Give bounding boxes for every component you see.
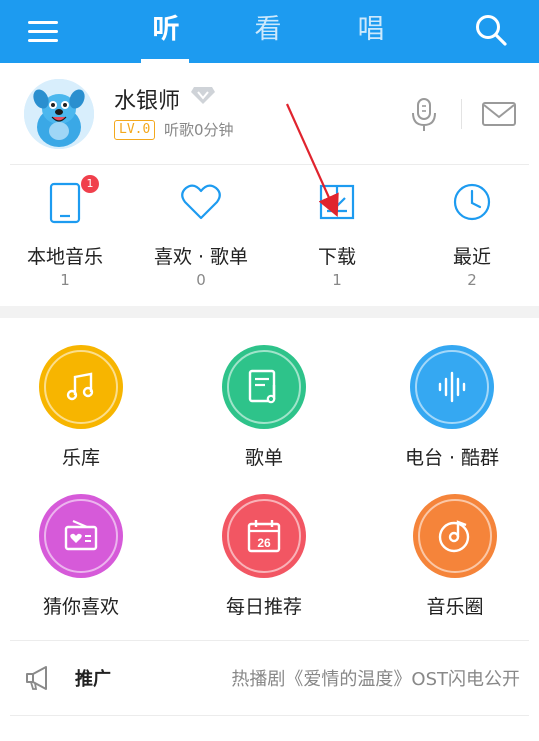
- grid-music-library[interactable]: 乐库: [11, 345, 151, 475]
- grid-circle: [413, 494, 497, 578]
- quick-favorites-playlists[interactable]: 喜欢 · 歌单 0: [146, 176, 256, 294]
- radio-icon: [64, 519, 98, 551]
- grid-music-circle[interactable]: 音乐圈: [385, 494, 525, 624]
- quick-download[interactable]: 下载 1: [282, 176, 392, 294]
- grid-daily-recommend[interactable]: 26 每日推荐: [194, 494, 334, 624]
- quick-count: 0: [196, 271, 206, 289]
- quick-count: 1: [332, 271, 342, 289]
- avatar-dog-icon: [24, 79, 94, 149]
- grid-playlists[interactable]: 歌单: [194, 345, 334, 475]
- notification-badge: 1: [81, 175, 99, 193]
- promo-text[interactable]: 热播剧《爱情的温度》OST闪电公开: [190, 665, 520, 691]
- grid-circle: [410, 345, 494, 429]
- quick-local-music[interactable]: 1 本地音乐 1: [10, 175, 120, 294]
- grid-label: 每日推荐: [225, 596, 302, 618]
- clock-icon: [453, 183, 491, 221]
- quick-label: 本地音乐: [26, 246, 103, 268]
- promo-row[interactable]: 推广 热播剧《爱情的温度》OST闪电公开: [0, 641, 539, 715]
- mail-icon[interactable]: [481, 100, 517, 128]
- calendar-date: 26: [257, 536, 271, 550]
- level-badge: LV.0: [114, 120, 156, 140]
- menu-icon[interactable]: [26, 14, 60, 48]
- avatar[interactable]: [24, 79, 94, 149]
- megaphone-icon: [26, 666, 47, 690]
- disc-icon: [438, 520, 470, 553]
- grid-label: 音乐圈: [426, 596, 484, 618]
- grid-circle: [39, 494, 123, 578]
- calendar-icon: 26: [247, 520, 281, 553]
- heart-icon: [181, 184, 221, 220]
- profile-header: 水银师 LV.0 听歌0分钟: [0, 63, 539, 164]
- quick-count: 1: [60, 271, 70, 289]
- soundwave-icon: [438, 371, 466, 403]
- grid-circle: [222, 345, 306, 429]
- diamond-icon[interactable]: [190, 84, 216, 106]
- search-icon[interactable]: [474, 13, 508, 47]
- top-nav-bar: 听 看 唱: [0, 0, 539, 63]
- divider: [10, 164, 529, 165]
- quick-label: 最近: [452, 246, 491, 268]
- download-icon: [319, 184, 355, 220]
- grid-circle: 26: [222, 494, 306, 578]
- grid-circle: [39, 345, 123, 429]
- divider: [10, 715, 529, 716]
- music-note-icon: [66, 372, 94, 401]
- grid-label: 猜你喜欢: [42, 596, 119, 618]
- quick-label: 下载: [317, 246, 356, 268]
- promo-title: 推广: [75, 669, 111, 690]
- tab-watch[interactable]: 看: [238, 10, 298, 50]
- microphone-icon[interactable]: [408, 97, 440, 133]
- username[interactable]: 水银师: [114, 83, 180, 115]
- grid-label: 乐库: [61, 447, 100, 469]
- grid-label: 电台 · 酷群: [404, 447, 500, 469]
- section-separator: [0, 306, 539, 318]
- tab-listen[interactable]: 听: [136, 10, 196, 50]
- quick-label: 喜欢 · 歌单: [153, 246, 249, 268]
- tab-sing[interactable]: 唱: [341, 10, 401, 50]
- quick-count: 2: [467, 271, 477, 289]
- quick-recent[interactable]: 最近 2: [417, 176, 527, 294]
- listen-time: 听歌0分钟: [164, 121, 234, 139]
- grid-label: 歌单: [244, 447, 283, 469]
- grid-guess-you-like[interactable]: 猜你喜欢: [11, 494, 151, 624]
- grid-radio-groups[interactable]: 电台 · 酷群: [382, 345, 522, 475]
- divider: [461, 99, 462, 129]
- playlist-icon: [248, 369, 276, 404]
